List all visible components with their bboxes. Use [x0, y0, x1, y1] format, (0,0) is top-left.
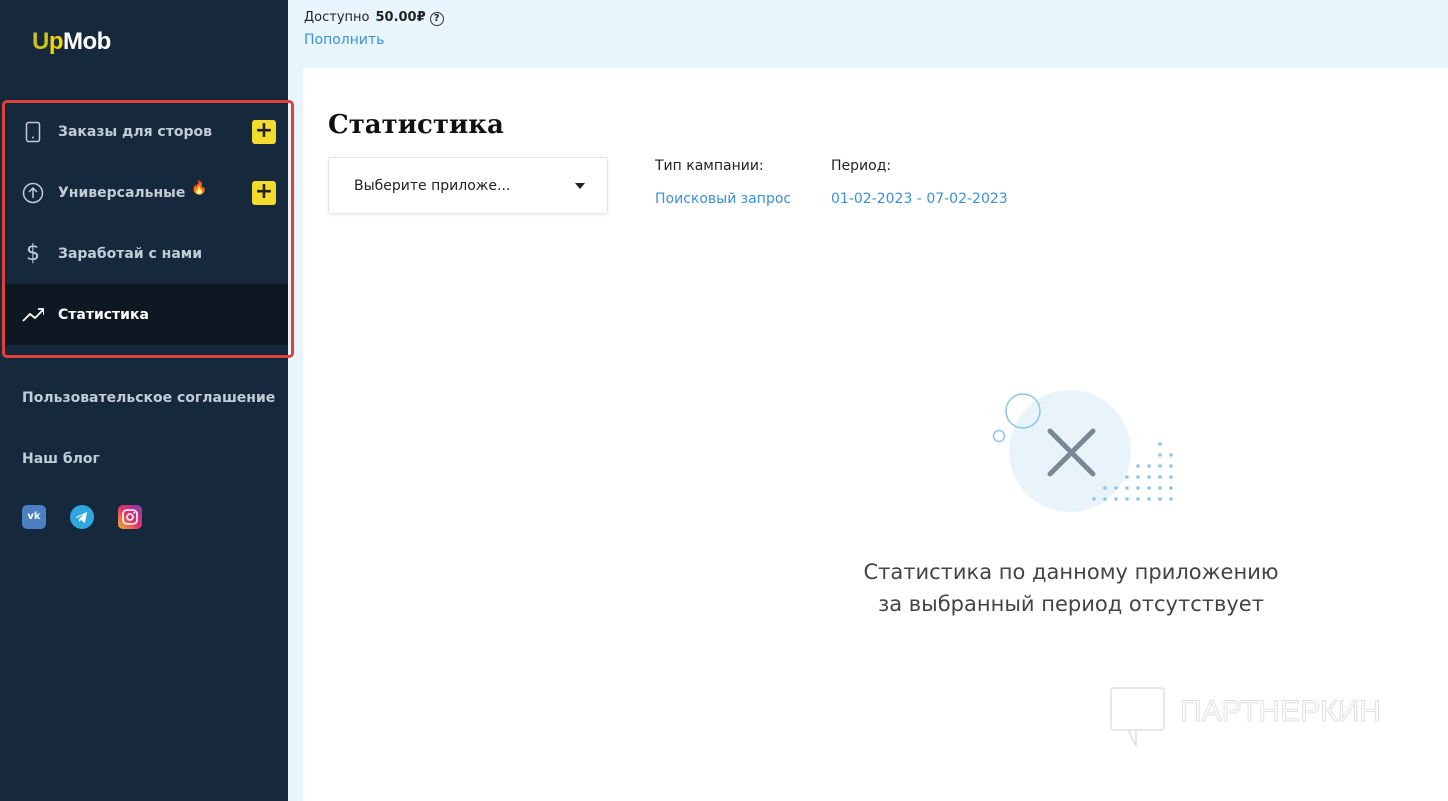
dot: [1136, 464, 1140, 468]
period-label: Период:: [831, 158, 892, 174]
watermark-logo: ПАРТНЕРКИН: [1108, 686, 1408, 752]
highlight-box: [2, 100, 294, 358]
period-picker[interactable]: 01-02-2023 - 07-02-2023: [831, 191, 1008, 207]
instagram-icon[interactable]: [118, 505, 142, 529]
dot: [1147, 464, 1151, 468]
dot: [1158, 453, 1162, 457]
topup-link[interactable]: Пополнить: [304, 32, 384, 48]
dot: [1103, 486, 1107, 490]
app-select[interactable]: Выберите приложе...: [328, 157, 608, 214]
dot: [1147, 475, 1151, 479]
dot: [1136, 497, 1140, 501]
dot: [1125, 486, 1129, 490]
dot: [1092, 497, 1096, 501]
dot: [1114, 497, 1118, 501]
dot: [1136, 475, 1140, 479]
dot: [1158, 486, 1162, 490]
dot: [1125, 497, 1129, 501]
dot: [1169, 497, 1173, 501]
balance-value: 50.00₽: [375, 10, 426, 25]
caret-down-icon: [575, 183, 585, 189]
sidebar: UpMob Заказы для сторов + Универсальные …: [0, 0, 294, 801]
dot: [1136, 486, 1140, 490]
dot: [1147, 497, 1151, 501]
dot: [1169, 453, 1173, 457]
dot: [1147, 486, 1151, 490]
empty-state-illustration: [992, 390, 1173, 512]
dot: [1158, 475, 1162, 479]
blog-link[interactable]: Наш блог: [22, 451, 100, 467]
dot: [1158, 442, 1162, 446]
main-card: Статистика Выберите приложе... Тип кампа…: [303, 68, 1448, 801]
telegram-icon[interactable]: [70, 505, 94, 529]
dot: [1114, 486, 1118, 490]
campaign-type-label: Тип кампании:: [655, 158, 764, 174]
campaign-type-select[interactable]: Поисковый запрос: [655, 191, 791, 207]
empty-state-message: Статистика по данному приложению за выбра…: [863, 560, 1279, 616]
help-icon[interactable]: ?: [429, 12, 444, 26]
balance-info: Доступно 50.00₽?: [304, 10, 444, 26]
dot: [1169, 486, 1173, 490]
svg-text:ПАРТНЕРКИН: ПАРТНЕРКИН: [1180, 695, 1381, 728]
vk-icon[interactable]: vk: [22, 505, 46, 529]
dot: [1103, 497, 1107, 501]
dot: [1125, 475, 1129, 479]
dot: [1169, 464, 1173, 468]
user-agreement-link[interactable]: Пользовательское соглашение: [22, 390, 275, 406]
dot: [1169, 475, 1173, 479]
page-title: Статистика: [328, 110, 504, 140]
dot: [1158, 497, 1162, 501]
dot: [1158, 464, 1162, 468]
logo[interactable]: UpMob: [32, 28, 111, 56]
